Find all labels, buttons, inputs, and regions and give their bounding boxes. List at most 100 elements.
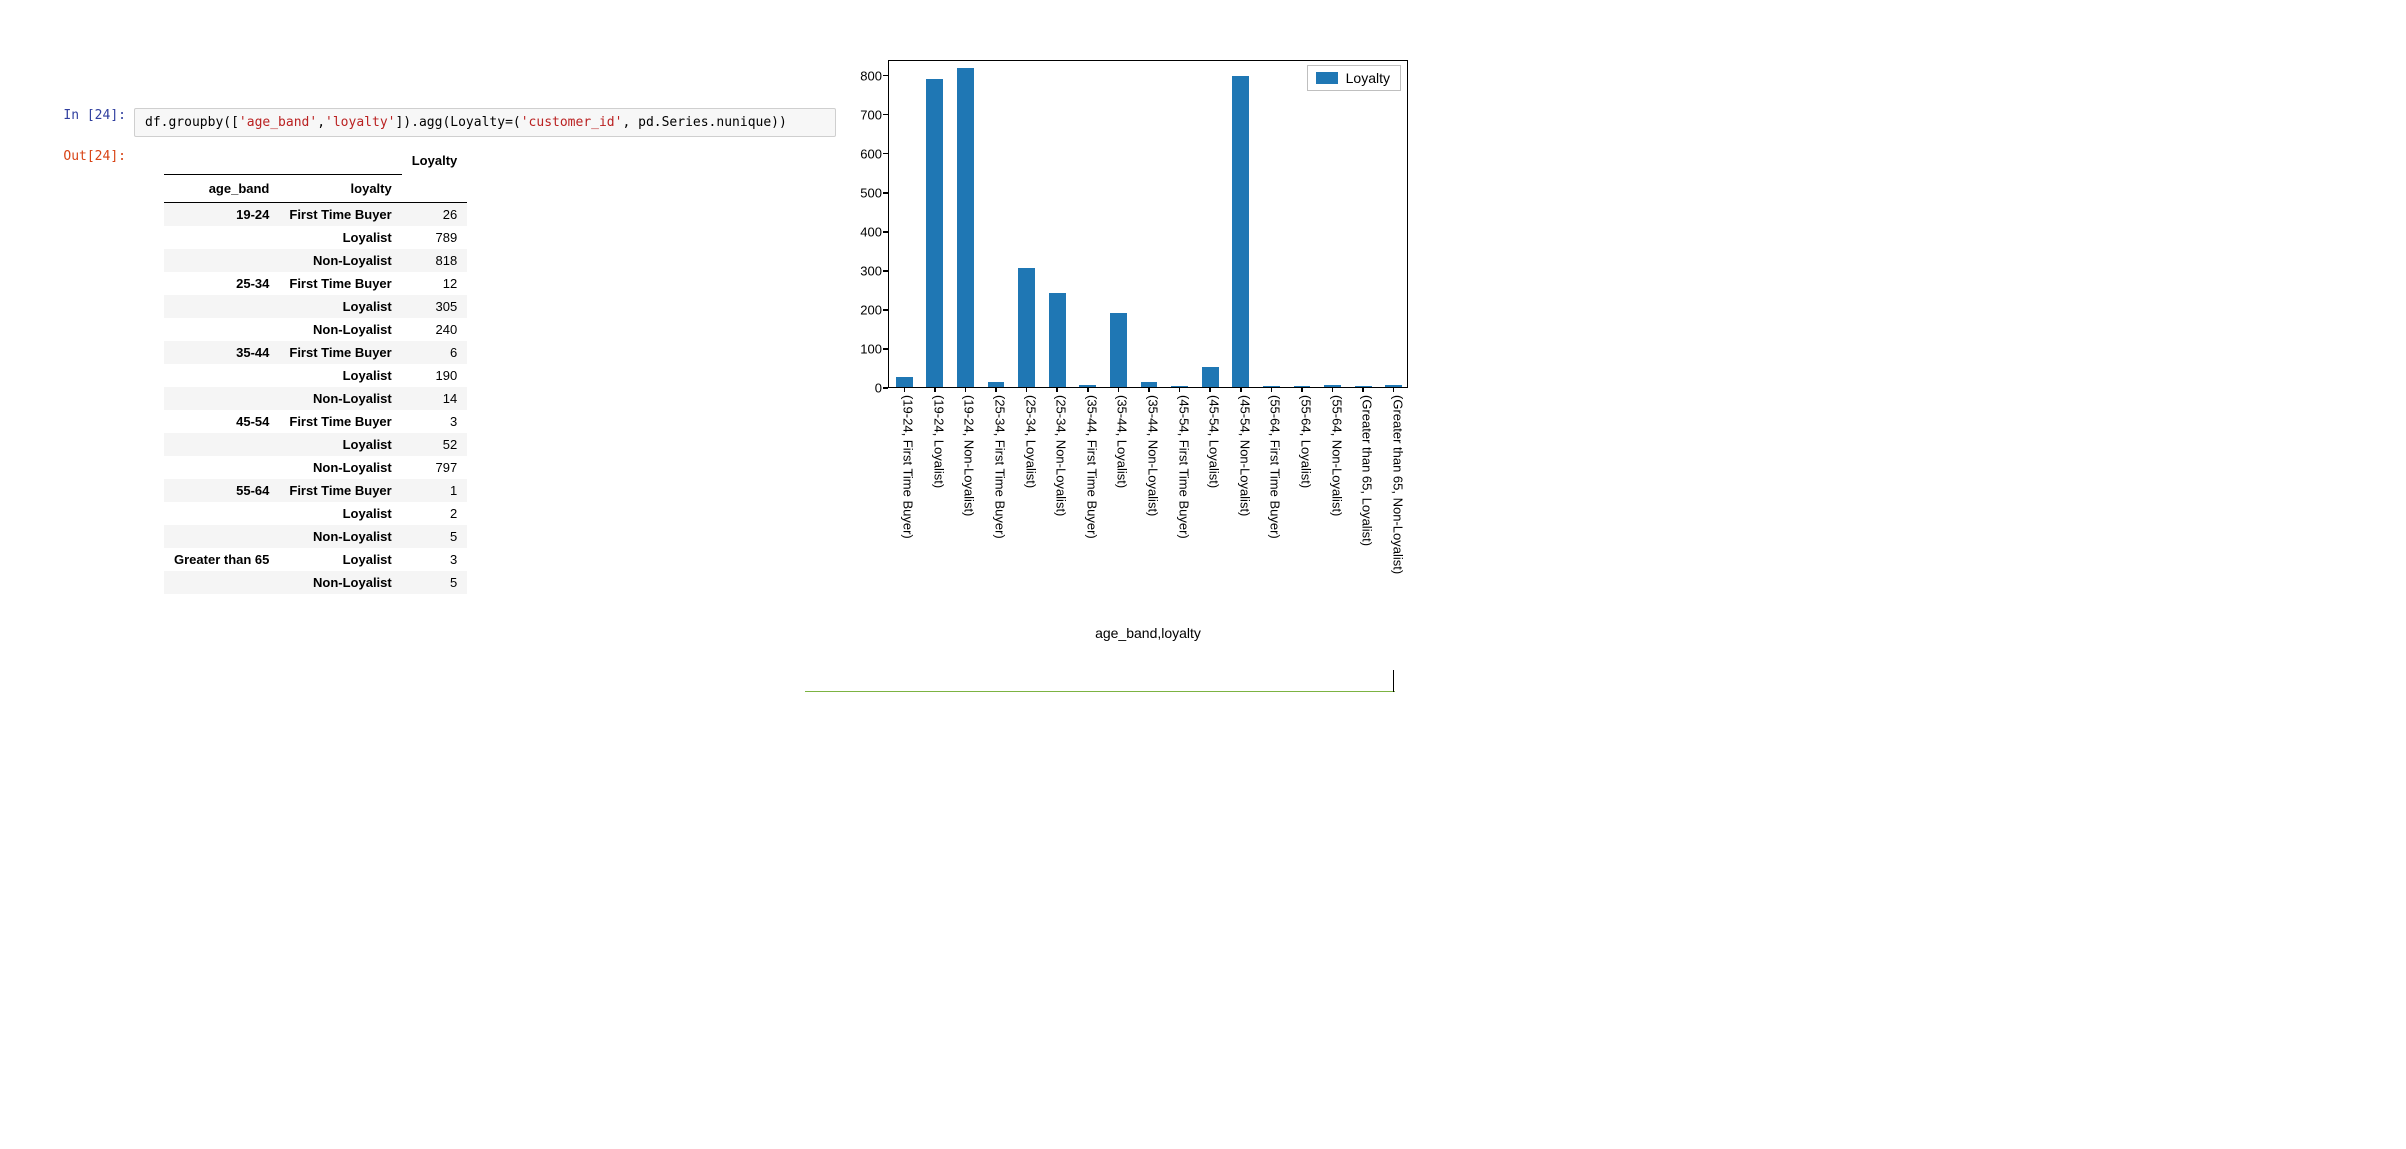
y-ticks: 0100200300400500600700800 bbox=[838, 60, 882, 388]
x-tick-label: (19-24, First Time Buyer) bbox=[901, 395, 916, 539]
table-row: Non-Loyalist818 bbox=[164, 249, 467, 272]
table-row: Non-Loyalist5 bbox=[164, 571, 467, 594]
x-tick-mark bbox=[1271, 387, 1273, 392]
code-cell[interactable]: df.groupby(['age_band','loyalty']).agg(L… bbox=[134, 108, 836, 137]
bar bbox=[957, 68, 974, 387]
table-row: 25-34First Time Buyer12 bbox=[164, 272, 467, 295]
row-index-loyalty: First Time Buyer bbox=[279, 410, 401, 433]
row-index-loyalty: Non-Loyalist bbox=[279, 456, 401, 479]
x-tick-label: (19-24, Loyalist) bbox=[931, 395, 946, 488]
notebook-cell: In [24]: df.groupby(['age_band','loyalty… bbox=[56, 108, 836, 594]
y-tick-mark bbox=[883, 192, 888, 194]
idx-header-loyalty: loyalty bbox=[279, 174, 401, 202]
cell-value: 3 bbox=[402, 548, 468, 571]
bar bbox=[1202, 367, 1219, 387]
in-prompt: In [24]: bbox=[56, 108, 134, 137]
x-tick-mark bbox=[1209, 387, 1211, 392]
code-str: 'loyalty' bbox=[325, 115, 395, 130]
cell-value: 305 bbox=[402, 295, 468, 318]
row-index-loyalty: Non-Loyalist bbox=[279, 525, 401, 548]
y-tick-mark bbox=[883, 75, 888, 77]
x-tick-label: (25-34, Non-Loyalist) bbox=[1054, 395, 1069, 516]
cell-value: 3 bbox=[402, 410, 468, 433]
row-index-age-band bbox=[164, 433, 279, 456]
y-tick-label: 100 bbox=[838, 341, 882, 356]
x-tick-label: (45-54, Non-Loyalist) bbox=[1237, 395, 1252, 516]
cell-value: 240 bbox=[402, 318, 468, 341]
code-frag: , pd.Series.nunique)) bbox=[622, 115, 786, 130]
row-index-age-band bbox=[164, 364, 279, 387]
y-tick-mark bbox=[883, 270, 888, 272]
x-tick-label: (35-44, First Time Buyer) bbox=[1084, 395, 1099, 539]
x-tick-mark bbox=[1301, 387, 1303, 392]
y-tick-label: 800 bbox=[838, 68, 882, 83]
row-index-loyalty: Non-Loyalist bbox=[279, 387, 401, 410]
row-index-age-band: 25-34 bbox=[164, 272, 279, 295]
chart-frame: Loyalty (19-24, First Time Buyer)(19-24,… bbox=[888, 60, 1408, 388]
row-index-loyalty: Loyalist bbox=[279, 226, 401, 249]
code-frag: df.groupby([ bbox=[145, 115, 239, 130]
row-index-loyalty: First Time Buyer bbox=[279, 479, 401, 502]
bar bbox=[1049, 293, 1066, 387]
x-tick-mark bbox=[1026, 387, 1028, 392]
y-tick-label: 700 bbox=[838, 107, 882, 122]
table-row: 55-64First Time Buyer1 bbox=[164, 479, 467, 502]
cell-value: 14 bbox=[402, 387, 468, 410]
x-tick-label: (Greater than 65, Non-Loyalist) bbox=[1390, 395, 1405, 574]
row-index-age-band: 35-44 bbox=[164, 341, 279, 364]
row-index-age-band bbox=[164, 525, 279, 548]
row-index-loyalty: Loyalist bbox=[279, 364, 401, 387]
y-tick-mark bbox=[883, 348, 888, 350]
cell-value: 789 bbox=[402, 226, 468, 249]
x-tick-mark bbox=[1393, 387, 1395, 392]
dataframe-table: Loyalty age_band loyalty 19-24First Time… bbox=[164, 147, 467, 594]
cell-value: 797 bbox=[402, 456, 468, 479]
table-row: Greater than 65Loyalist3 bbox=[164, 548, 467, 571]
y-tick-mark bbox=[883, 231, 888, 233]
x-tick-mark bbox=[1056, 387, 1058, 392]
row-index-age-band bbox=[164, 387, 279, 410]
text-cursor-icon bbox=[1393, 670, 1394, 692]
cell-value: 12 bbox=[402, 272, 468, 295]
cell-value: 190 bbox=[402, 364, 468, 387]
y-tick-mark bbox=[883, 153, 888, 155]
row-index-loyalty: First Time Buyer bbox=[279, 272, 401, 295]
table-row: Loyalist190 bbox=[164, 364, 467, 387]
x-tick-label: (19-24, Non-Loyalist) bbox=[962, 395, 977, 516]
x-tick-mark bbox=[1148, 387, 1150, 392]
y-tick-mark bbox=[883, 387, 888, 389]
cell-value: 6 bbox=[402, 341, 468, 364]
x-tick-label: (Greater than 65, Loyalist) bbox=[1360, 395, 1375, 546]
plot-area: Loyalty (19-24, First Time Buyer)(19-24,… bbox=[888, 60, 1408, 388]
row-index-loyalty: Loyalist bbox=[279, 548, 401, 571]
col-header-loyalty: Loyalty bbox=[402, 147, 468, 174]
x-tick-mark bbox=[965, 387, 967, 392]
row-index-age-band bbox=[164, 502, 279, 525]
y-tick-label: 200 bbox=[838, 302, 882, 317]
x-tick-label: (45-54, First Time Buyer) bbox=[1176, 395, 1191, 539]
cell-value: 5 bbox=[402, 571, 468, 594]
x-tick-mark bbox=[1362, 387, 1364, 392]
row-index-age-band bbox=[164, 318, 279, 341]
code-str: 'age_band' bbox=[239, 115, 317, 130]
code-frag: , bbox=[317, 115, 325, 130]
x-tick-label: (25-34, First Time Buyer) bbox=[993, 395, 1008, 539]
table-row: 35-44First Time Buyer6 bbox=[164, 341, 467, 364]
table-row: Loyalist2 bbox=[164, 502, 467, 525]
table-row: Loyalist52 bbox=[164, 433, 467, 456]
x-tick-label: (25-34, Loyalist) bbox=[1023, 395, 1038, 488]
y-tick-label: 400 bbox=[838, 224, 882, 239]
bar bbox=[1018, 268, 1035, 387]
row-index-age-band bbox=[164, 249, 279, 272]
table-row: Non-Loyalist14 bbox=[164, 387, 467, 410]
y-tick-label: 300 bbox=[838, 263, 882, 278]
code-frag: ]).agg(Loyalty bbox=[395, 115, 505, 130]
page: In [24]: df.groupby(['age_band','loyalty… bbox=[0, 0, 2406, 1149]
x-tick-label: (35-44, Non-Loyalist) bbox=[1146, 395, 1161, 516]
row-index-age-band: 19-24 bbox=[164, 202, 279, 226]
code-frag: ( bbox=[513, 115, 521, 130]
x-tick-mark bbox=[1118, 387, 1120, 392]
row-index-age-band bbox=[164, 295, 279, 318]
cell-value: 2 bbox=[402, 502, 468, 525]
table-row: 45-54First Time Buyer3 bbox=[164, 410, 467, 433]
